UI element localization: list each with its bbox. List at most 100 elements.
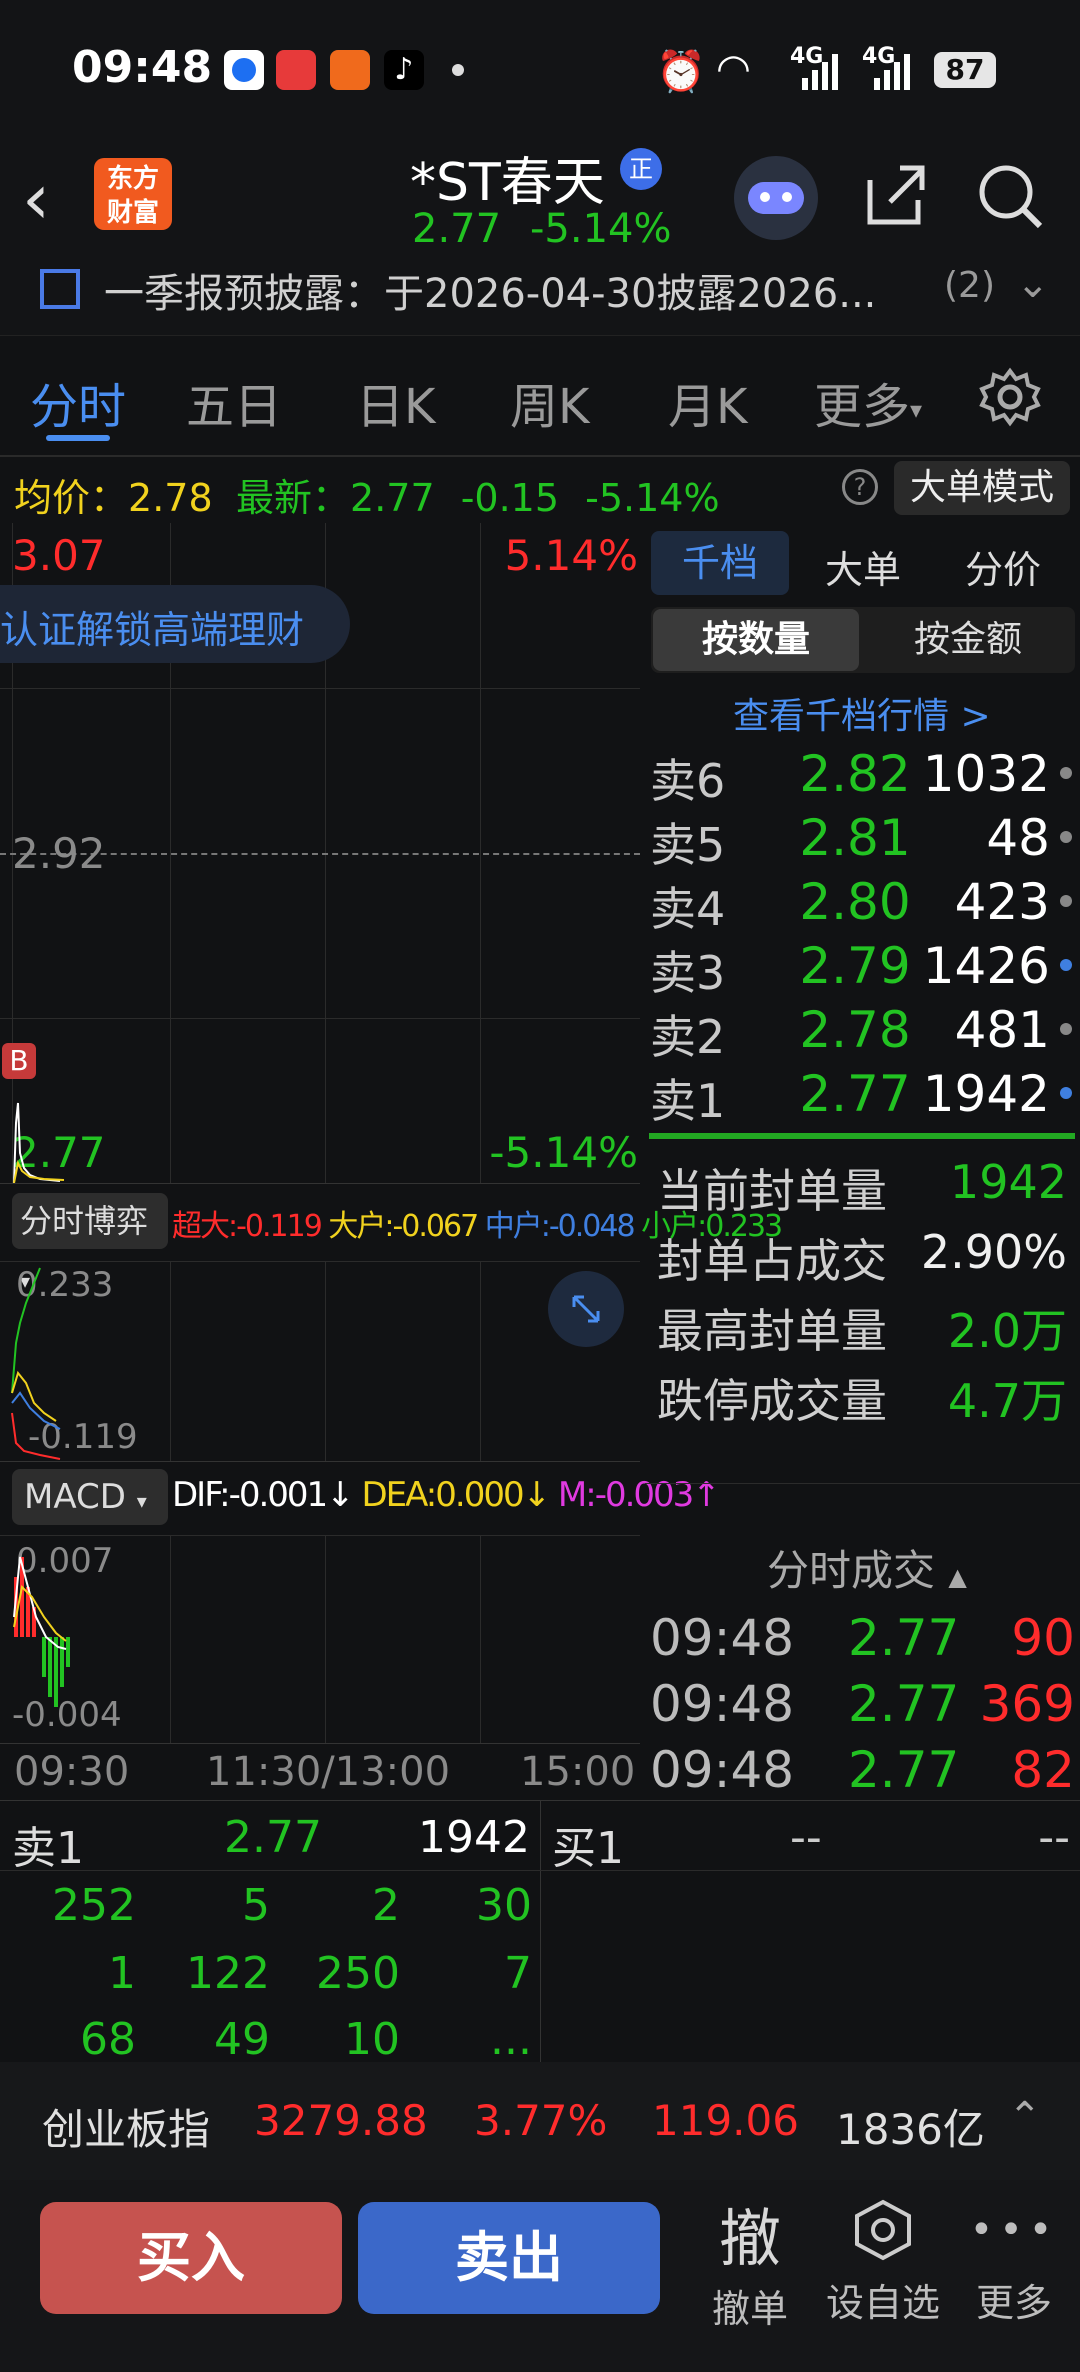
indicator-selector[interactable]: MACD ▾ bbox=[12, 1469, 168, 1525]
order-dot-icon bbox=[1060, 1087, 1072, 1099]
index-ticker-bar[interactable]: 创业板指 3279.88 3.77% 119.06 1836亿 ⌃ bbox=[0, 2062, 1080, 2180]
robot-assistant-icon[interactable] bbox=[734, 156, 818, 240]
more-action[interactable]: ••• 更多 bbox=[966, 2198, 1062, 2327]
signal-icon bbox=[872, 52, 916, 90]
help-icon[interactable]: ? bbox=[842, 469, 878, 505]
tab-daily-k[interactable]: 日K bbox=[356, 367, 435, 437]
announcement-bar[interactable]: 一季报预披露：于2026-04-30披露2026... (2) ⌄ bbox=[0, 255, 1080, 336]
tab-price-distribution[interactable]: 分价 bbox=[965, 539, 1041, 594]
battery-icon: 87 bbox=[934, 52, 996, 88]
tab-big-orders[interactable]: 大单 bbox=[825, 539, 901, 594]
subtab-by-quantity[interactable]: 按数量 bbox=[653, 609, 859, 671]
signal-icon bbox=[800, 52, 844, 90]
trade-price: 2.77 bbox=[848, 1741, 960, 1799]
order-dot-icon bbox=[1060, 1023, 1072, 1035]
ask-label: 卖2 bbox=[650, 1010, 726, 1064]
latest-price: 最新：2.77 -0.15 -5.14% bbox=[236, 467, 720, 522]
flow-big-value: -0.067 bbox=[392, 1209, 479, 1244]
subtab-by-amount[interactable]: 按金额 bbox=[865, 609, 1071, 671]
tiktok-icon: ♪ bbox=[384, 50, 424, 90]
queue-cell: 250 bbox=[316, 1948, 400, 1999]
header-price: 2.77 bbox=[412, 206, 501, 252]
watchlist-hexagon-icon bbox=[824, 2198, 942, 2272]
intraday-chart-area[interactable]: 3.07 5.14% 认证解锁高端理财 2.92 B 2.77 -5.14% 分… bbox=[0, 523, 783, 1800]
queue-cell: 122 bbox=[186, 1948, 270, 1999]
flow-super-label: 超大: bbox=[172, 1209, 238, 1244]
flow-selector-label: 分时博弈 bbox=[20, 1202, 149, 1240]
ask-volume: 1426 bbox=[922, 937, 1050, 995]
time-axis-mid: 11:30/13:00 bbox=[206, 1749, 451, 1795]
tab-weekly-k[interactable]: 周K bbox=[510, 367, 589, 437]
back-icon[interactable]: ‹ bbox=[22, 158, 50, 240]
promo-banner[interactable]: 认证解锁高端理财 bbox=[0, 585, 350, 663]
document-icon bbox=[40, 269, 80, 309]
ask-label: 卖3 bbox=[650, 946, 726, 1000]
flow-mid-value: -0.048 bbox=[548, 1209, 636, 1244]
logo-text: 东方 bbox=[106, 164, 159, 194]
search-icon[interactable] bbox=[974, 160, 1046, 232]
ask-volume: 48 bbox=[986, 809, 1050, 867]
chart-high-pct: 5.14% bbox=[504, 531, 638, 580]
chevron-down-icon[interactable]: ⌄ bbox=[1016, 261, 1050, 307]
status-bar: 09:48 ♪ ⏰ ◠ 4G 4G 87 bbox=[0, 0, 1080, 140]
queue-cell: 252 bbox=[52, 1880, 136, 1931]
grid-line bbox=[325, 1535, 326, 1743]
macd-dea: DEA:0.000↓ bbox=[361, 1475, 551, 1515]
avg-price: 均价：2.78 bbox=[14, 467, 213, 522]
add-watchlist-action[interactable]: 设自选 bbox=[824, 2198, 942, 2327]
queue-cell: 1 bbox=[108, 1948, 136, 1999]
ask-row[interactable]: 卖4 2.80 423 bbox=[645, 873, 1080, 937]
tab-intraday[interactable]: 分时 bbox=[30, 367, 126, 437]
share-icon[interactable] bbox=[860, 160, 930, 230]
stock-header: ‹ 东方 财富 *ST春天 正 2.77 -5.14% bbox=[0, 140, 1080, 270]
ask-volume: 1032 bbox=[922, 745, 1050, 803]
latest-change-pct: -5.14% bbox=[585, 476, 720, 520]
queue-sell-volume: 1942 bbox=[418, 1812, 530, 1863]
ask-row[interactable]: 卖3 2.79 1426 bbox=[645, 937, 1080, 1001]
divider bbox=[0, 1535, 640, 1536]
tab-thousand-levels[interactable]: 千档 bbox=[651, 531, 789, 595]
latest-label: 最新： bbox=[236, 476, 351, 520]
large-order-mode-button[interactable]: 大单模式 bbox=[894, 461, 1070, 515]
app-notification-icon bbox=[276, 50, 316, 90]
divider bbox=[540, 1800, 541, 2062]
ask-row[interactable]: 卖2 2.78 481 bbox=[645, 1001, 1080, 1065]
expand-icon[interactable] bbox=[548, 1271, 624, 1347]
ask-volume: 1942 bbox=[922, 1065, 1050, 1123]
trade-row: 09:48 2.77 90 bbox=[650, 1609, 1075, 1675]
tab-monthly-k[interactable]: 月K bbox=[668, 367, 747, 437]
trades-title[interactable]: 分时成交 ▲ bbox=[767, 1537, 967, 1598]
ask-row[interactable]: 卖5 2.81 48 bbox=[645, 809, 1080, 873]
flow-mid-label: 中户: bbox=[484, 1209, 551, 1244]
buy-point-marker[interactable]: B bbox=[2, 1043, 36, 1079]
trade-volume: 369 bbox=[979, 1675, 1075, 1733]
trade-time: 09:48 bbox=[650, 1675, 795, 1733]
ask-price: 2.77 bbox=[799, 1065, 911, 1123]
sell-button[interactable]: 卖出 bbox=[358, 2202, 660, 2314]
header-price-value: 2.77 bbox=[412, 206, 502, 252]
queue-cell: 49 bbox=[214, 2014, 270, 2065]
flow-selector[interactable]: 分时博弈 ▾ bbox=[12, 1193, 168, 1293]
ask-row[interactable]: 卖6 2.82 1032 bbox=[645, 745, 1080, 809]
view-thousand-levels-link[interactable]: 查看千档行情 > bbox=[733, 687, 991, 739]
queue-buy-label: 买1 bbox=[552, 1823, 624, 1874]
order-dot-icon bbox=[1060, 831, 1072, 843]
order-dot-icon bbox=[1060, 767, 1072, 779]
trade-price: 2.77 bbox=[848, 1609, 960, 1667]
tab-more[interactable]: 更多▾ bbox=[814, 367, 922, 437]
trade-row: 09:48 2.77 82 bbox=[650, 1741, 1075, 1807]
stat-row: 最高封单量 2.0万 bbox=[657, 1295, 1077, 1365]
caret-down-icon: ▾ bbox=[136, 1489, 147, 1513]
ask-row[interactable]: 卖1 2.77 1942 bbox=[645, 1065, 1080, 1129]
tab-five-day[interactable]: 五日 bbox=[186, 367, 282, 437]
ask-price: 2.79 bbox=[799, 937, 911, 995]
settings-gear-icon[interactable] bbox=[978, 365, 1042, 429]
queue-cell: 5 bbox=[242, 1880, 270, 1931]
buy-button[interactable]: 买入 bbox=[40, 2202, 342, 2314]
app-logo[interactable]: 东方 财富 bbox=[94, 158, 172, 230]
cancel-order-action[interactable]: 撤 撤单 bbox=[700, 2188, 800, 2333]
queue-cell: 2 bbox=[372, 1880, 400, 1931]
stat-label: 当前封单量 bbox=[657, 1164, 887, 1218]
more-dots-icon: ••• bbox=[969, 2207, 1059, 2253]
chevron-up-icon[interactable]: ⌃ bbox=[1008, 2094, 1042, 2140]
